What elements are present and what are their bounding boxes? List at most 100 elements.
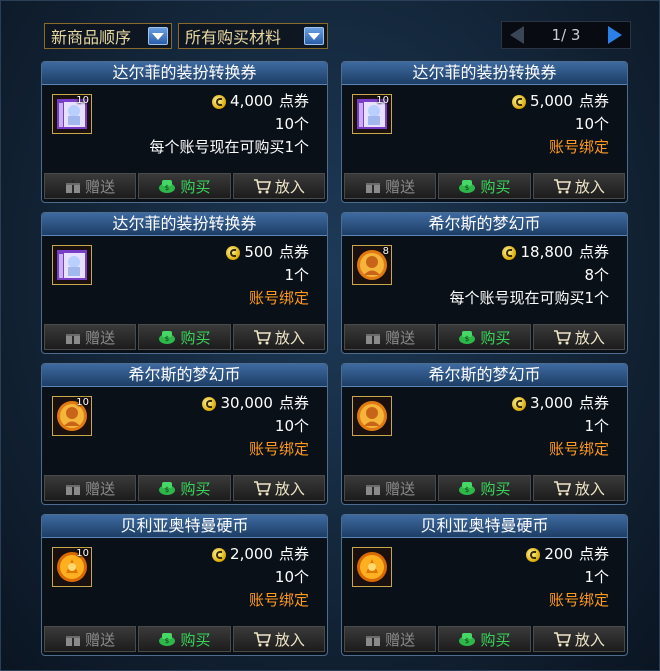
buy-button[interactable]: $ 购买 — [138, 626, 231, 652]
gift-button-label: 赠送 — [385, 177, 416, 196]
dream-coin-icon[interactable]: 10 — [52, 396, 92, 436]
dream-coin-icon[interactable]: 8 — [352, 245, 392, 285]
money-bag-icon: $ — [458, 178, 476, 194]
product-card[interactable]: 达尔菲的装扮转换券 500 点券 1个 账号绑定 赠送 $ 购买 放入 — [41, 212, 328, 354]
gift-icon — [365, 480, 381, 496]
product-card[interactable]: 希尔斯的梦幻币 8 18,800 点券 8个 每个账号现在可购买1个 赠送 $ 购… — [341, 212, 628, 354]
add-to-cart-button[interactable]: 放入 — [532, 324, 625, 350]
buy-button-label: 购买 — [180, 630, 211, 649]
product-info: 200 点券 1个 账号绑定 — [526, 543, 609, 612]
next-page-icon[interactable] — [607, 26, 622, 44]
gift-button[interactable]: 赠送 — [44, 324, 137, 350]
card-actions: 赠送 $ 购买 放入 — [44, 173, 325, 199]
coupon-coin-icon — [502, 245, 517, 260]
filter-dropdown[interactable]: 所有购买材料 — [178, 23, 328, 49]
quantity-text: 8个 — [584, 266, 609, 284]
gift-button[interactable]: 赠送 — [344, 475, 437, 501]
product-info: 2,000 点券 10个 账号绑定 — [212, 543, 309, 612]
costume-ticket-icon[interactable]: 10 — [352, 94, 392, 134]
coupon-coin-icon — [226, 245, 241, 260]
sort-dropdown[interactable]: 新商品顺序 — [44, 23, 172, 49]
product-card[interactable]: 贝利亚奥特曼硬币 200 点券 1个 账号绑定 赠送 $ 购买 放入 — [341, 514, 628, 656]
product-card[interactable]: 希尔斯的梦幻币 3,000 点券 1个 账号绑定 赠送 $ 购买 放入 — [341, 363, 628, 505]
costume-ticket-icon[interactable] — [52, 245, 92, 285]
add-to-cart-button[interactable]: 放入 — [232, 475, 325, 501]
buy-button[interactable]: $ 购买 — [438, 475, 531, 501]
gift-button[interactable]: 赠送 — [344, 173, 437, 199]
gift-button[interactable]: 赠送 — [344, 626, 437, 652]
price-unit: 点券 — [578, 92, 609, 110]
add-to-cart-button[interactable]: 放入 — [532, 475, 625, 501]
costume-ticket-icon[interactable]: 10 — [52, 94, 92, 134]
cart-button-label: 放入 — [274, 328, 305, 347]
icon-quantity: 8 — [382, 246, 389, 257]
cart-button-label: 放入 — [274, 630, 305, 649]
chevron-down-icon[interactable] — [148, 27, 168, 45]
add-to-cart-button[interactable]: 放入 — [232, 626, 325, 652]
quantity-text: 1个 — [584, 568, 609, 586]
price-row: 200 点券 — [526, 543, 609, 566]
gift-button-label: 赠送 — [85, 328, 116, 347]
card-actions: 赠送 $ 购买 放入 — [44, 626, 325, 652]
gift-icon — [65, 329, 81, 345]
money-bag-icon: $ — [158, 178, 176, 194]
gift-icon — [65, 631, 81, 647]
product-card[interactable]: 达尔菲的装扮转换券 10 4,000 点券 10个 每个账号现在可购买1个 赠送… — [41, 61, 328, 203]
icon-quantity: 10 — [76, 95, 89, 106]
purchase-note: 每个账号现在可购买1个 — [149, 138, 309, 156]
svg-text:$: $ — [165, 637, 169, 645]
card-actions: 赠送 $ 购买 放入 — [344, 626, 625, 652]
ultraman-coin-icon[interactable]: 10 — [52, 547, 92, 587]
money-bag-icon: $ — [458, 480, 476, 496]
quantity-text: 10个 — [274, 568, 309, 586]
cart-button-label: 放入 — [574, 479, 605, 498]
card-actions: 赠送 $ 购买 放入 — [344, 324, 625, 350]
gift-button[interactable]: 赠送 — [44, 626, 137, 652]
filter-dropdown-label: 所有购买材料 — [185, 28, 282, 47]
purchase-note: 账号绑定 — [548, 138, 609, 156]
price-unit: 点券 — [278, 92, 309, 110]
buy-button[interactable]: $ 购买 — [138, 324, 231, 350]
buy-button-label: 购买 — [480, 630, 511, 649]
product-title: 希尔斯的梦幻币 — [342, 213, 627, 236]
coupon-coin-icon — [526, 547, 541, 562]
gift-button[interactable]: 赠送 — [344, 324, 437, 350]
add-to-cart-button[interactable]: 放入 — [532, 626, 625, 652]
buy-button[interactable]: $ 购买 — [438, 626, 531, 652]
price-value: 18,800 — [520, 243, 573, 261]
buy-button[interactable]: $ 购买 — [138, 475, 231, 501]
prev-page-icon[interactable] — [510, 26, 524, 44]
price-row: 2,000 点券 — [212, 543, 309, 566]
shop-panel: 新商品顺序 所有购买材料 1/ 3 达尔菲的装扮转换券 10 4,000 点券 … — [0, 0, 660, 671]
gift-button[interactable]: 赠送 — [44, 173, 137, 199]
buy-button[interactable]: $ 购买 — [438, 173, 531, 199]
buy-button-label: 购买 — [480, 177, 511, 196]
product-card[interactable]: 达尔菲的装扮转换券 10 5,000 点券 10个 账号绑定 赠送 $ 购买 放入 — [341, 61, 628, 203]
product-card[interactable]: 贝利亚奥特曼硬币 10 2,000 点券 10个 账号绑定 赠送 $ 购买 放入 — [41, 514, 328, 656]
price-value: 5,000 — [530, 92, 573, 110]
icon-quantity: 10 — [76, 548, 89, 559]
quantity-text: 10个 — [274, 115, 309, 133]
buy-button[interactable]: $ 购买 — [438, 324, 531, 350]
coupon-coin-icon — [512, 94, 527, 109]
cart-button-label: 放入 — [274, 177, 305, 196]
add-to-cart-button[interactable]: 放入 — [232, 324, 325, 350]
ultraman-coin-icon[interactable] — [352, 547, 392, 587]
price-unit: 点券 — [578, 545, 609, 563]
gift-button[interactable]: 赠送 — [44, 475, 137, 501]
add-to-cart-button[interactable]: 放入 — [232, 173, 325, 199]
buy-button[interactable]: $ 购买 — [138, 173, 231, 199]
money-bag-icon: $ — [158, 329, 176, 345]
product-card[interactable]: 希尔斯的梦幻币 10 30,000 点券 10个 账号绑定 赠送 $ 购买 放入 — [41, 363, 328, 505]
chevron-down-icon[interactable] — [304, 27, 324, 45]
product-title: 希尔斯的梦幻币 — [42, 364, 327, 387]
price-value: 3,000 — [530, 394, 573, 412]
dream-coin-icon[interactable] — [352, 396, 392, 436]
add-to-cart-button[interactable]: 放入 — [532, 173, 625, 199]
product-info: 5,000 点券 10个 账号绑定 — [512, 90, 609, 159]
product-title: 希尔斯的梦幻币 — [342, 364, 627, 387]
cart-icon — [253, 480, 271, 496]
cart-button-label: 放入 — [574, 328, 605, 347]
cart-icon — [553, 631, 571, 647]
purchase-note: 账号绑定 — [248, 440, 309, 458]
